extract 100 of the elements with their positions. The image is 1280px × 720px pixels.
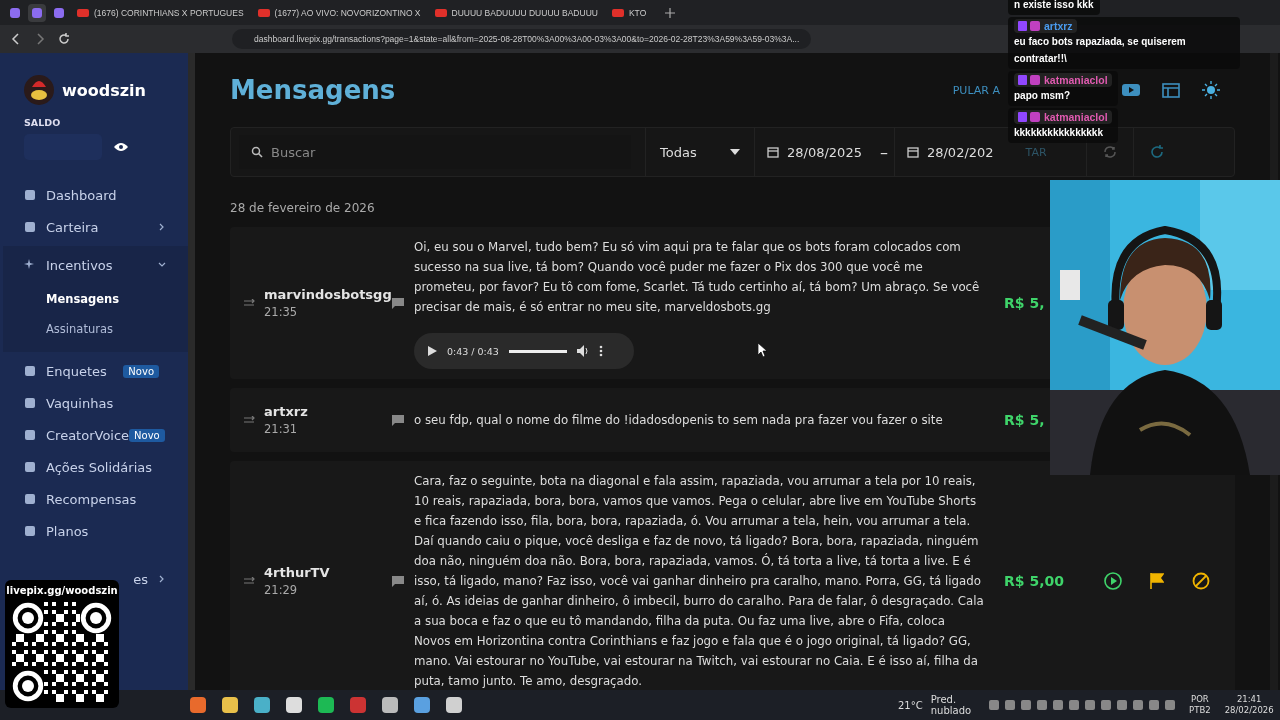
new-badge: Novo: [123, 364, 159, 378]
play-icon[interactable]: [1104, 572, 1122, 590]
audio-progress[interactable]: [508, 349, 567, 353]
sidebar-item[interactable]: Ações Solidárias: [3, 454, 188, 480]
status-dropdown[interactable]: Todas: [645, 128, 754, 176]
address-field[interactable]: dashboard.livepix.gg/transactions?page=1&state=all&from=2025-08-28T00%3A00%3A00-03%3A00&to=2026-02-28T23%3A59%3A59-03%3A...: [232, 29, 812, 49]
audio-player[interactable]: 0:43 / 0:43: [414, 333, 634, 369]
amount: R$ 5,: [1004, 412, 1046, 428]
message-text: o seu fdp, qual o nome do filme do !idadosdopenis to sem nada pra fazer vou fazer o site: [414, 412, 944, 429]
transfer-icon: [244, 299, 256, 307]
date-field[interactable]: 28/08/2025: [754, 128, 874, 176]
tray-icon[interactable]: [1101, 700, 1112, 710]
more-icon[interactable]: [598, 345, 603, 357]
tray-icon[interactable]: [1165, 700, 1176, 710]
tray-icon[interactable]: [1005, 700, 1016, 710]
sidebar-item[interactable]: Dashboard: [3, 182, 188, 208]
avatar-icon: [24, 75, 54, 105]
clock-date[interactable]: 28/02/2026: [1224, 705, 1274, 716]
chat-username: artxrz: [1044, 20, 1073, 32]
sidebar-item[interactable]: Carteira: [3, 214, 188, 240]
sidebar-subitem[interactable]: Assinaturas: [3, 314, 188, 344]
taskbar-app-icon[interactable]: [318, 697, 334, 713]
play-icon[interactable]: [428, 346, 437, 356]
tray-icon[interactable]: [1085, 700, 1096, 710]
sidebar-item[interactable]: CreatorVoice Novo: [3, 422, 188, 448]
back-icon[interactable]: [10, 33, 22, 45]
message-time: 21:29: [264, 583, 299, 597]
language[interactable]: POR: [1191, 694, 1209, 705]
browser-tab[interactable]: KTO: [606, 2, 652, 23]
temperature: 21°C: [898, 699, 923, 711]
browser-tab[interactable]: (1677) AO VIVO: NOVORIZONTINO X: [252, 2, 426, 23]
block-icon[interactable]: [1192, 572, 1210, 590]
menu-item-icon: [24, 429, 36, 441]
tray-icon[interactable]: [1117, 700, 1128, 710]
amount: R$ 5,00: [1004, 573, 1065, 589]
reload-icon[interactable]: [58, 33, 70, 45]
sidebar-item[interactable]: Planos: [3, 518, 188, 544]
browser-tab[interactable]: DUUUU BADUUUU DUUUU BADUUU: [429, 2, 603, 23]
taskbar-app-icon[interactable]: [382, 697, 398, 713]
message-time: 21:31: [264, 422, 299, 436]
skip-button[interactable]: PULAR A: [952, 83, 1000, 97]
page-title: Mensagens: [230, 75, 397, 105]
video-icon[interactable]: [1122, 84, 1140, 96]
taskbar-app-icon[interactable]: [350, 697, 366, 713]
taskbar-app-icon[interactable]: [414, 697, 430, 713]
sun-icon[interactable]: [1202, 81, 1220, 99]
menu-item-icon: [24, 221, 36, 233]
balance-label: SALDO: [24, 117, 62, 128]
sidebar-item[interactable]: Vaquinhas: [3, 390, 188, 416]
eye-icon[interactable]: [114, 142, 128, 152]
forward-icon[interactable]: [34, 33, 46, 45]
cursor-icon: [758, 343, 768, 357]
sidebar-item[interactable]: Incentivos: [3, 246, 188, 284]
tray-icon[interactable]: [1021, 700, 1032, 710]
sender-name: marvindosbotsgg: [264, 287, 392, 302]
menu-item-icon: [24, 525, 36, 537]
taskbar-app-icon[interactable]: [446, 697, 462, 713]
flag-icon[interactable]: [1150, 573, 1164, 589]
chat-icon: [392, 297, 404, 309]
new-tab-icon[interactable]: [665, 7, 676, 18]
refresh-icon[interactable]: [1148, 144, 1165, 160]
new-badge: Novo: [129, 428, 165, 442]
chevron-icon: [158, 261, 166, 269]
chat-message: n existe isso kkk: [1014, 0, 1094, 12]
message-text: Oi, eu sou o Marvel, tudo bem? Eu só vim aqui pra te falar que os bots foram colocados com sucesso na sua live, tá bom? Quando você puder me fazer o Pix dos 300 que você me prometeu, por favor? Eu tô com fome, Scarlet. Tá tudo certinho aí, tá bom? Um abraço. Se você precisar de mais, é só entrar no meu site, marveldosbots.gg: [414, 239, 981, 316]
taskbar-app-icon[interactable]: [286, 697, 302, 713]
range-separator: –: [878, 142, 889, 162]
chat-username: katmaniaclol: [1044, 74, 1108, 86]
transfer-icon: [244, 416, 256, 424]
taskbar-app-icon[interactable]: [254, 697, 270, 713]
tray-icon[interactable]: [1053, 700, 1064, 710]
calendar-icon[interactable]: [1162, 82, 1180, 98]
menu-item-icon: [24, 493, 36, 505]
sidebar-item[interactable]: Recompensas: [3, 486, 188, 512]
sidebar-item[interactable]: es: [133, 571, 148, 587]
message-time: 21:35: [264, 305, 299, 319]
browser-tab[interactable]: (1676) CORINTHIANS X PORTUGUES: [72, 2, 249, 23]
chat-message: papo msm?: [1014, 89, 1072, 103]
browser-tab[interactable]: [28, 3, 46, 22]
taskbar-app-icon[interactable]: [190, 697, 206, 713]
calendar-icon: [906, 146, 919, 158]
sidebar-subitem[interactable]: Mensagens: [3, 284, 188, 314]
keyboard-layout[interactable]: PTB2: [1189, 705, 1211, 716]
clock-time[interactable]: 21:41: [1236, 694, 1262, 705]
search-input[interactable]: Buscar: [271, 142, 611, 162]
tray-icon[interactable]: [989, 700, 1000, 710]
tray-icon[interactable]: [1133, 700, 1144, 710]
date-field[interactable]: 28/02/202: [893, 128, 1006, 176]
menu-item-icon: [24, 189, 36, 201]
volume-icon[interactable]: [576, 345, 589, 357]
tray-icon[interactable]: [1037, 700, 1048, 710]
scrollbar[interactable]: [188, 53, 195, 690]
username: woodszin: [62, 80, 146, 100]
tray-icon[interactable]: [1069, 700, 1080, 710]
taskbar-app-icon[interactable]: [222, 697, 238, 713]
caret-icon: [730, 149, 740, 155]
sidebar-item[interactable]: Enquetes Novo: [3, 358, 188, 384]
sync-icon[interactable]: [1101, 144, 1118, 160]
chat-icon: [392, 414, 404, 426]
tray-icon[interactable]: [1149, 700, 1160, 710]
